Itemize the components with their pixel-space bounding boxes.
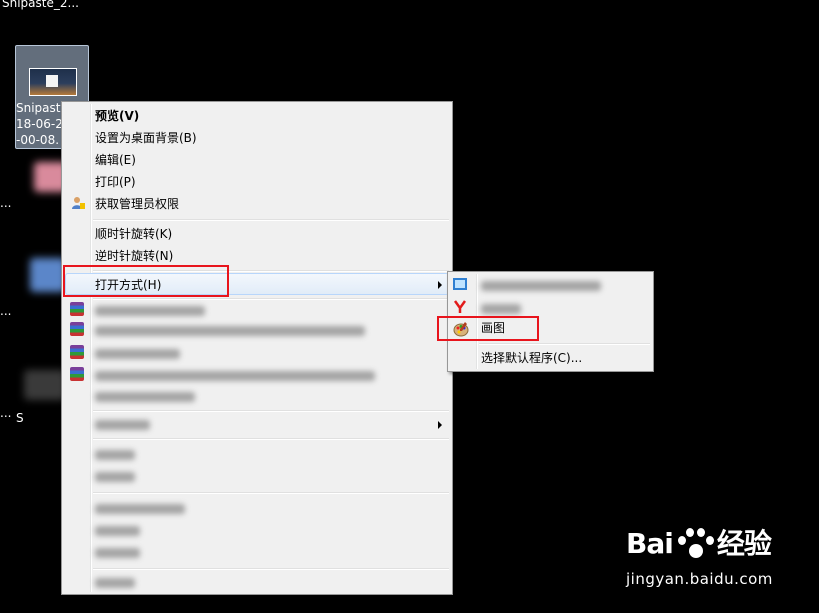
menu-separator bbox=[93, 298, 449, 300]
menu-item-preview[interactable]: 预览(V) bbox=[95, 106, 139, 126]
menu-item-take-ownership[interactable]: 获取管理员权限 bbox=[95, 194, 179, 214]
desktop-label-fragment: ... bbox=[0, 196, 12, 210]
blurred-desktop-icon[interactable] bbox=[24, 370, 66, 400]
archive-icon bbox=[70, 302, 84, 316]
blurred-menu-item[interactable] bbox=[95, 526, 140, 536]
blurred-menu-item[interactable] bbox=[95, 326, 365, 336]
photo-viewer-icon bbox=[453, 277, 467, 291]
menu-separator bbox=[93, 568, 449, 570]
baidu-jingyan-watermark: Bai 经验 jingyan.baidu.com bbox=[626, 522, 773, 588]
desktop-label-fragment: S bbox=[16, 411, 24, 425]
desktop-label-fragment: ... bbox=[0, 406, 12, 420]
image-thumbnail-icon bbox=[29, 68, 77, 96]
watermark-brand-left: Bai bbox=[626, 527, 674, 560]
blurred-program-entry[interactable] bbox=[481, 304, 521, 314]
desktop-file-label[interactable]: Snipaste_2... bbox=[2, 0, 79, 10]
menu-item-rotate-counterclockwise[interactable]: 逆时针旋转(N) bbox=[95, 246, 173, 266]
watermark-url: jingyan.baidu.com bbox=[626, 570, 773, 588]
menu-separator bbox=[93, 492, 449, 494]
blurred-menu-item[interactable] bbox=[95, 306, 205, 316]
blurred-menu-item[interactable] bbox=[95, 371, 375, 381]
file-context-menu: 预览(V) 设置为桌面背景(B) 编辑(E) 打印(P) 获取管理员权限 顺时针… bbox=[61, 101, 453, 595]
baidu-paw-icon bbox=[675, 526, 715, 562]
archive-icon bbox=[70, 345, 84, 359]
menu-separator bbox=[93, 438, 449, 440]
admin-user-icon bbox=[71, 196, 85, 210]
yandex-browser-icon bbox=[453, 300, 467, 314]
blurred-menu-item[interactable] bbox=[95, 392, 195, 402]
submenu-arrow-icon bbox=[438, 281, 442, 289]
submenu-arrow-icon bbox=[438, 421, 442, 429]
menu-item-rotate-clockwise[interactable]: 顺时针旋转(K) bbox=[95, 224, 172, 244]
blurred-menu-item[interactable] bbox=[95, 450, 135, 460]
blurred-menu-item[interactable] bbox=[95, 420, 150, 430]
menu-item-edit[interactable]: 编辑(E) bbox=[95, 150, 136, 170]
watermark-brand-right: 经验 bbox=[716, 527, 772, 560]
menu-separator bbox=[93, 410, 449, 412]
menu-item-set-desktop-background[interactable]: 设置为桌面背景(B) bbox=[95, 128, 197, 148]
annotation-box-paint bbox=[437, 316, 539, 341]
blurred-menu-item[interactable] bbox=[95, 349, 180, 359]
menu-separator bbox=[479, 343, 650, 345]
blurred-menu-item[interactable] bbox=[95, 548, 140, 558]
blurred-menu-item[interactable] bbox=[95, 578, 135, 588]
menu-gutter bbox=[90, 104, 92, 592]
blurred-menu-item[interactable] bbox=[95, 472, 135, 482]
archive-icon bbox=[70, 322, 84, 336]
blurred-program-entry[interactable] bbox=[481, 281, 601, 291]
blurred-menu-item[interactable] bbox=[95, 504, 185, 514]
menu-item-print[interactable]: 打印(P) bbox=[95, 172, 136, 192]
archive-icon bbox=[70, 367, 84, 381]
submenu-item-choose-default-program[interactable]: 选择默认程序(C)... bbox=[481, 348, 582, 368]
desktop-label-fragment: ... bbox=[0, 304, 12, 318]
annotation-box-open-with bbox=[63, 265, 229, 297]
menu-separator bbox=[93, 219, 449, 221]
